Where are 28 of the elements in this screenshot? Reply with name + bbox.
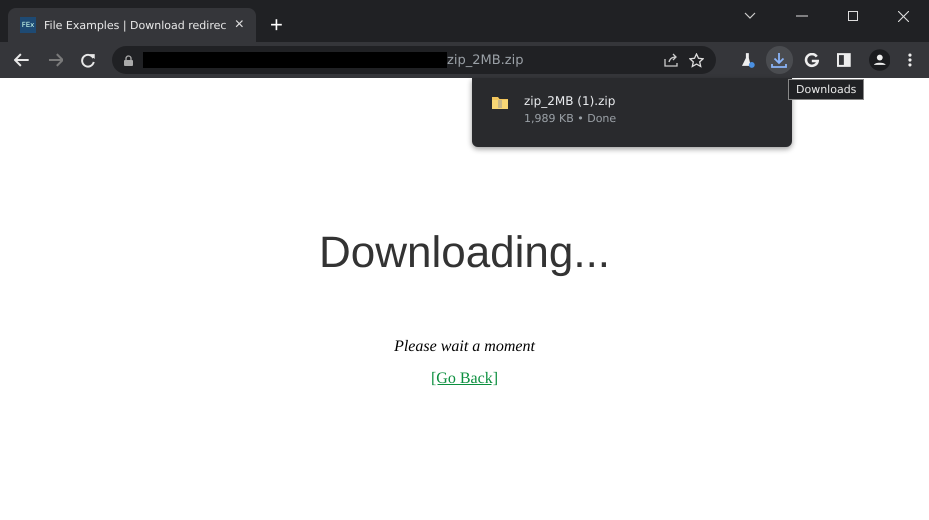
- url-text: zip_2MB.zip: [447, 52, 524, 68]
- downloads-button[interactable]: [766, 46, 794, 74]
- profile-avatar-icon[interactable]: [868, 49, 890, 71]
- wait-message: Please wait a moment: [394, 338, 535, 356]
- flask-icon[interactable]: [740, 52, 755, 68]
- new-tab-button[interactable]: +: [270, 14, 283, 36]
- download-status: 1,989 KB • Done: [524, 112, 616, 125]
- close-icon[interactable]: [898, 10, 909, 22]
- back-arrow-icon[interactable]: [14, 53, 30, 67]
- extension-icon[interactable]: [804, 52, 819, 68]
- menu-icon[interactable]: [908, 53, 912, 67]
- tab-title: File Examples | Download redirec: [44, 18, 227, 32]
- zip-folder-icon: [492, 96, 508, 109]
- minimize-icon[interactable]: [796, 15, 808, 17]
- reload-icon[interactable]: [81, 52, 96, 68]
- close-tab-button[interactable]: ×: [234, 17, 244, 33]
- downloads-tooltip: Downloads: [788, 79, 864, 100]
- download-icon: [771, 52, 788, 68]
- file-name: zip_2MB (1).zip: [524, 94, 616, 108]
- chevron-down-icon[interactable]: [744, 12, 756, 20]
- lock-icon: [124, 54, 134, 66]
- side-panel-icon[interactable]: [836, 53, 851, 67]
- go-back-link[interactable]: [Go Back]: [430, 370, 498, 388]
- page-heading: Downloading...: [318, 228, 610, 278]
- address-bar[interactable]: zip_2MB.zip: [112, 46, 716, 74]
- maximize-icon[interactable]: [848, 11, 858, 21]
- share-icon[interactable]: [664, 53, 679, 67]
- star-icon[interactable]: [688, 52, 704, 68]
